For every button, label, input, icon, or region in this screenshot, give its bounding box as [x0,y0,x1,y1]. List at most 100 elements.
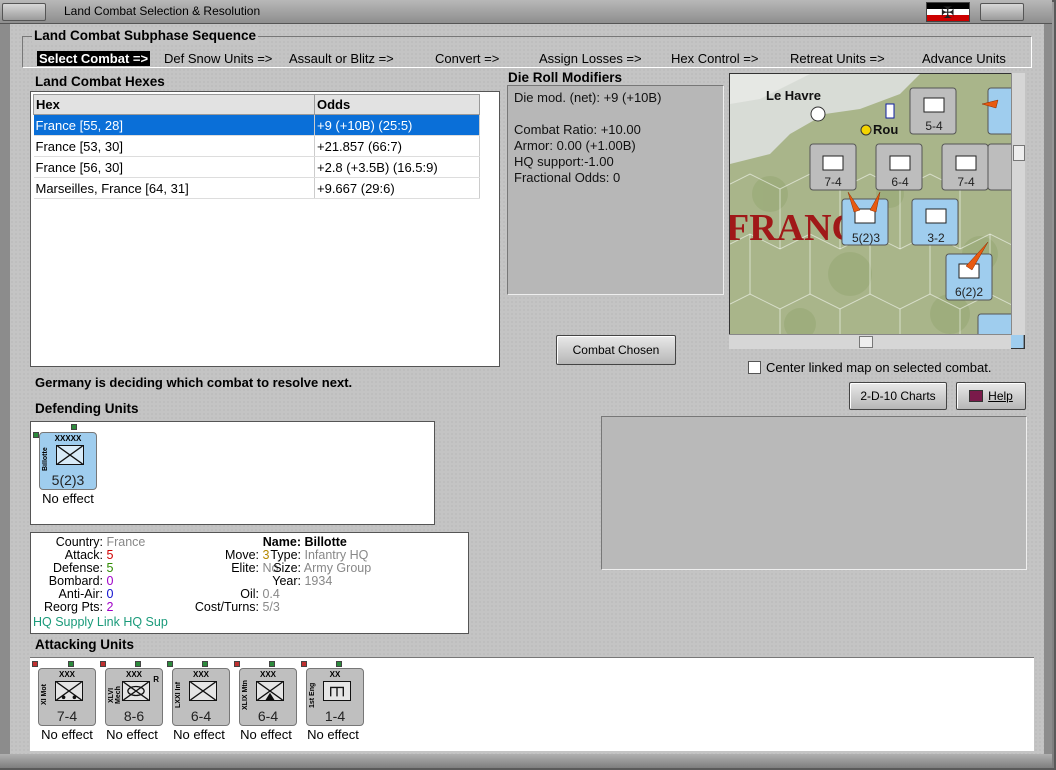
svg-text:6-4: 6-4 [891,175,909,189]
center-map-checkbox-row[interactable]: Center linked map on selected combat. [748,360,991,375]
step-assault-blitz: Assault or Blitz => [289,51,394,66]
type-value: Infantry HQ [304,548,369,562]
charts-button[interactable]: 2-D-10 Charts [849,382,947,410]
size-value: Army Group [303,561,372,575]
unit-counter-lxxi-inf[interactable]: XXX LXXI Inf 6-4 [172,668,230,726]
step-retreat: Retreat Units => [790,51,885,66]
svg-text:6(2)2: 6(2)2 [955,285,983,299]
svg-text:7-4: 7-4 [824,175,842,189]
supply-status: HQ Supply Link HQ Sup [33,615,168,629]
german-flag-icon [926,2,970,23]
svg-text:7-4: 7-4 [957,175,975,189]
fractional-odds: Fractional Odds: 0 [514,170,621,185]
svg-text:5(2)3: 5(2)3 [852,231,880,245]
map-region-label: FRANC [730,207,859,249]
step-convert: Convert => [435,51,500,66]
status-bar [0,754,1052,768]
system-menu-button[interactable] [2,3,46,21]
hq-support: HQ support:-1.00 [514,154,614,169]
step-advance: Advance Units [922,51,1006,66]
bombard-value: 0 [106,574,114,588]
map-city-rouen: Rou [873,122,898,137]
attacker-result: No effect [307,727,359,742]
combat-chosen-button[interactable]: Combat Chosen [556,335,676,365]
odds-cell: +2.8 (+3.5B) (16.5:9) [314,156,480,178]
die-mod-net: Die mod. (net): +9 (+10B) [514,90,662,105]
table-row[interactable]: France [55, 28] +9 (+10B) (25:5) [33,114,480,136]
combat-results-panel [601,416,1027,570]
defender-result: No effect [42,491,94,506]
hex-cell: France [55, 28] [33,114,315,136]
attacker-result: No effect [106,727,158,742]
hex-list-panel: Hex Odds France [55, 28] +9 (+10B) (25:5… [30,91,500,367]
oil-value: 0.4 [262,587,280,601]
table-row[interactable]: Marseilles, France [64, 31] +9.667 (29:6… [33,177,480,199]
hex-cell: Marseilles, France [64, 31] [33,177,315,199]
window-title: Land Combat Selection & Resolution [64,4,261,18]
unit-counter-xlvi-mech[interactable]: XXX R XLVI Mech 8-6 [105,668,163,726]
step-hex-control: Hex Control => [671,51,759,66]
odds-cell: +21.857 (66:7) [314,135,480,157]
title-bar: Land Combat Selection & Resolution [0,0,1052,24]
table-row[interactable]: France [53, 30] +21.857 (66:7) [33,135,480,157]
year-value: 1934 [304,574,333,588]
combat-ratio: Combat Ratio: +10.00 [514,122,641,137]
unit-counter-xi-mot[interactable]: XXX XI Mot 7-4 [38,668,96,726]
engineer-symbol-icon [323,681,351,701]
map-terrain: FRANC Le Havre Rou 7-4 6-4 7-4 5-4 5(2)3… [730,74,1024,348]
defense-value: 5 [106,561,114,575]
reorg-value: 2 [106,600,114,614]
unit-counter-1st-eng[interactable]: XX 1st Eng 1-4 [306,668,364,726]
attacker-result: No effect [41,727,93,742]
attacking-title: Attacking Units [35,637,135,652]
hex-table: Hex Odds France [55, 28] +9 (+10B) (25:5… [33,94,480,199]
unit-name-value: Billotte [304,535,347,549]
unit-counter-xlix-mtn[interactable]: XXX XLIX Mtn 6-4 [239,668,297,726]
infantry-symbol-icon [189,681,217,701]
map-city-le-havre: Le Havre [766,88,821,103]
status-message: Germany is deciding which combat to reso… [35,375,353,390]
armor-mod: Armor: 0.00 (+1.00B) [514,138,636,153]
svg-text:3-2: 3-2 [927,231,945,245]
center-map-checkbox[interactable] [748,361,761,374]
attacker-result: No effect [173,727,225,742]
antiair-value: 0 [106,587,114,601]
mountain-symbol-icon [256,681,284,701]
subphase-title: Land Combat Subphase Sequence [32,28,259,43]
die-roll-box: Die mod. (net): +9 (+10B) Combat Ratio: … [507,85,724,295]
step-def-snow: Def Snow Units => [164,51,273,66]
odds-cell: +9 (+10B) (25:5) [314,114,480,136]
defending-units-panel: XXXXX Billotte 5(2)3 No effect [30,421,435,525]
infantry-symbol-icon [56,445,84,465]
step-assign-losses: Assign Losses => [539,51,642,66]
unit-counter-billotte[interactable]: XXXXX Billotte 5(2)3 [39,432,97,490]
help-label: Help [988,389,1013,403]
help-book-icon [969,390,984,402]
odds-cell: +9.667 (29:6) [314,177,480,199]
map-hscroll-thumb[interactable] [859,336,873,348]
die-roll-title: Die Roll Modifiers [508,70,623,85]
help-button[interactable]: Help [956,382,1026,410]
attacker-result: No effect [240,727,292,742]
center-map-label: Center linked map on selected combat. [766,360,992,375]
column-header-hex[interactable]: Hex [33,94,315,115]
map-vertical-scrollbar[interactable] [1011,73,1025,335]
table-row[interactable]: France [56, 30] +2.8 (+3.5B) (16.5:9) [33,156,480,178]
mechanized-symbol-icon [122,681,150,701]
country-value: France [106,535,146,549]
defending-title: Defending Units [35,401,139,416]
attack-value: 5 [106,548,114,562]
unit-details-panel: Country: France Attack: 5 Defense: 5 Bom… [30,532,469,634]
map-horizontal-scrollbar[interactable] [729,334,1011,349]
cost-value: 5/3 [262,600,280,614]
motorized-symbol-icon [55,681,83,701]
hex-cell: France [56, 30] [33,156,315,178]
attacking-units-panel: XXX XI Mot 7-4 No effect XXX R XLVI Mech… [30,657,1034,751]
step-select-combat: Select Combat => [37,51,151,66]
column-header-odds[interactable]: Odds [314,94,480,115]
linked-map[interactable]: FRANC Le Havre Rou 7-4 6-4 7-4 5-4 5(2)3… [729,73,1025,349]
hexes-title: Land Combat Hexes [35,74,165,89]
hex-cell: France [53, 30] [33,135,315,157]
map-vscroll-thumb[interactable] [1013,145,1025,161]
minimize-button[interactable] [980,3,1024,21]
